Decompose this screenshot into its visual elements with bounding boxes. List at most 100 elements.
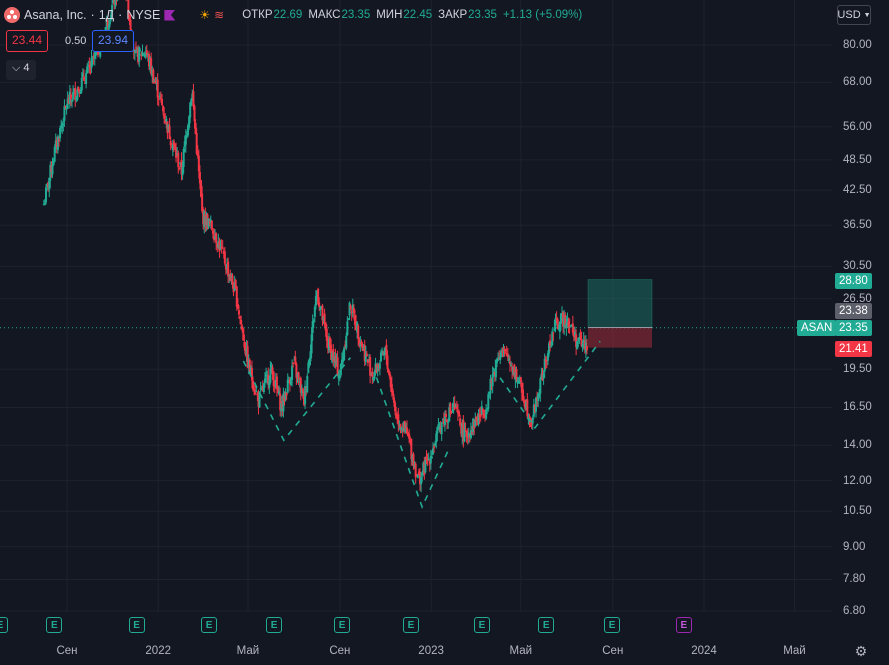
price-scale-label: 6.80	[843, 605, 866, 617]
symbol-price-tag: ASAN	[797, 320, 837, 336]
earnings-icon[interactable]: E	[538, 617, 555, 633]
earnings-icon[interactable]: E	[334, 617, 351, 633]
price-scale-label: 16.50	[843, 401, 872, 414]
earnings-icon[interactable]: E	[201, 617, 218, 633]
candle-body	[160, 98, 163, 106]
price-scale-label: 9.00	[843, 540, 866, 553]
target-price-tag: 28.80	[835, 273, 872, 289]
change-value: +1.13 (+5.09%)	[502, 9, 583, 21]
time-scale-label: Сен	[56, 645, 78, 657]
candle-body	[346, 321, 349, 336]
candle-body	[221, 247, 224, 249]
time-scale-label: Май	[783, 645, 806, 657]
time-scale-label: 2023	[418, 645, 444, 657]
price-scale-label: 30.50	[843, 260, 872, 273]
chevron-down-icon: ▼	[863, 11, 871, 19]
candle-body	[371, 371, 374, 377]
price-scale-label: 48.50	[843, 153, 872, 166]
price-scale-label: 7.80	[843, 573, 866, 586]
interval-label[interactable]: 1Д	[99, 8, 114, 22]
earnings-icon[interactable]: E	[266, 617, 283, 633]
earnings-icon[interactable]: E	[402, 617, 419, 633]
earnings-icon[interactable]: E	[473, 617, 490, 633]
long-position-target-zone	[587, 279, 653, 328]
price-scale-label: 80.00	[843, 39, 872, 51]
currency-select[interactable]: USD ▼	[837, 5, 871, 25]
candle-body	[80, 77, 83, 91]
candle-body	[237, 310, 240, 315]
candle-body	[447, 422, 450, 424]
price-scale-label: 68.00	[843, 76, 872, 89]
indicators-toggle-button[interactable]: ⌵ 4	[6, 60, 36, 80]
candle-body	[440, 422, 443, 435]
last-price-tag: 23.35	[835, 320, 872, 336]
legend-separator: ·	[90, 8, 95, 22]
candle-body	[51, 165, 54, 175]
time-scale-label: Сен	[329, 645, 351, 657]
candle-body	[301, 388, 304, 392]
time-scale-label: 2022	[145, 645, 171, 657]
price-scale-label: 12.00	[843, 474, 872, 487]
candle-body	[345, 335, 348, 348]
open-value: 22.69	[273, 9, 303, 21]
price-scale-label: 56.00	[843, 120, 872, 133]
candle-body	[156, 79, 159, 98]
time-scale-label: Май	[509, 645, 533, 657]
earnings-icon[interactable]: E	[128, 617, 145, 633]
candle-body	[82, 76, 85, 81]
gear-icon[interactable]: ⚙	[853, 643, 869, 659]
earnings-icon[interactable]: E	[46, 617, 63, 633]
price-scale-label: 42.50	[843, 184, 872, 197]
earnings-icon[interactable]: E	[0, 617, 8, 633]
high-value: 23.35	[341, 9, 371, 21]
buy-price-button[interactable]: 23.94	[92, 30, 135, 52]
stop-price-tag: 21.41	[835, 341, 872, 357]
chart-canvas[interactable]	[0, 0, 889, 665]
candle-body	[464, 428, 467, 430]
time-scale-label: Сен	[602, 645, 624, 657]
candle-body	[531, 418, 534, 424]
flag-icon[interactable]	[164, 9, 176, 21]
entry-price-tag: 23.38	[835, 303, 872, 319]
candle-body	[585, 346, 588, 351]
candle-body	[430, 456, 433, 459]
candle-body	[519, 377, 522, 382]
candle-body	[550, 346, 553, 348]
time-scale-label: Май	[236, 645, 260, 657]
indicator-count: 4	[23, 62, 30, 74]
candle-body	[177, 152, 180, 168]
low-value: 22.45	[403, 9, 433, 21]
upcoming-earnings-icon[interactable]: E	[675, 617, 692, 633]
candle-body	[386, 355, 389, 369]
candle-body	[427, 458, 430, 460]
close-label: ЗАКР	[438, 9, 468, 21]
candle-body	[343, 347, 346, 361]
chevron-down-icon: ⌵	[12, 62, 21, 74]
wave-icon: ≋	[214, 8, 225, 22]
legend-separator: ·	[118, 8, 123, 22]
candle-body	[433, 446, 436, 448]
low-label: МИН	[376, 9, 403, 21]
symbol-legend: Asana, Inc. · 1Д · NYSE ☀ ≋ ОТКР22.69 МА…	[4, 5, 583, 25]
long-position-stop-zone	[588, 327, 652, 348]
asana-logo-icon	[4, 7, 20, 23]
ohlc-values: ОТКР22.69 МАКС23.35 МИН22.45 ЗАКР23.35 +…	[242, 9, 583, 21]
candle-body	[357, 325, 360, 339]
candle-body	[215, 232, 218, 244]
candle-body	[223, 251, 226, 264]
market-status-icon[interactable]: ☀	[199, 8, 210, 22]
triple-bottom-pattern-line	[492, 340, 601, 430]
candle-body	[445, 413, 448, 417]
earnings-icon[interactable]: E	[604, 617, 621, 633]
sell-price-button[interactable]: 23.44	[6, 30, 49, 52]
symbol-name[interactable]: Asana, Inc.	[24, 8, 87, 22]
candle-body	[378, 363, 381, 369]
spread-value: 0.50	[65, 35, 87, 47]
candle-body	[365, 353, 368, 356]
candle-body	[349, 305, 352, 310]
candle-body	[69, 94, 72, 99]
candle-body	[165, 118, 168, 122]
triple-bottom-pattern-line	[375, 377, 450, 510]
candle-body	[240, 319, 243, 325]
candle-body	[552, 332, 555, 334]
